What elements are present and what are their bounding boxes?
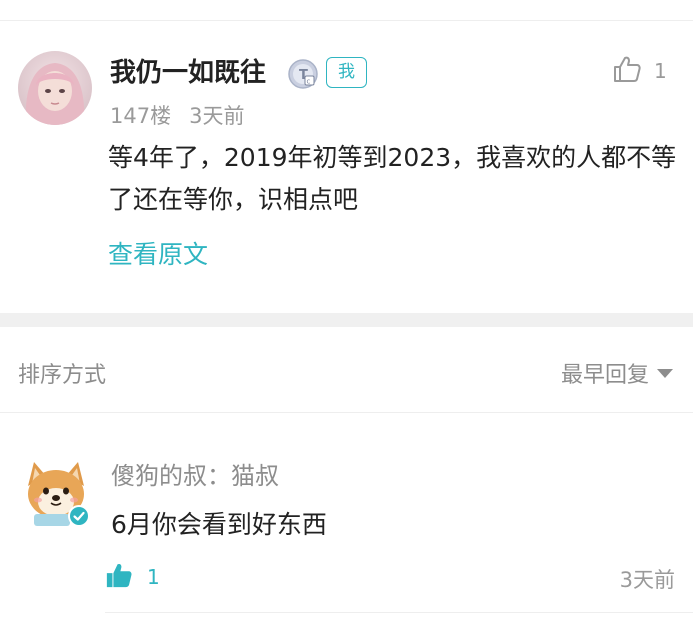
post-meta: 147楼 3天前: [110, 100, 244, 130]
floor-number: 147楼: [110, 104, 172, 128]
view-original-link[interactable]: 查看原文: [108, 235, 208, 275]
sort-dropdown[interactable]: 最早回复: [561, 357, 673, 389]
sort-bar: 排序方式 最早回复: [0, 327, 693, 413]
verified-check-icon: [68, 505, 90, 531]
reply-like-count: 1: [147, 565, 160, 589]
sort-title: 排序方式: [18, 363, 107, 388]
level-badge-icon: T c: [287, 58, 319, 90]
sort-selected-label: 最早回复: [560, 363, 649, 388]
reply-item: 傻狗的叔：猫叔 6月你会看到好东西 1 3天前: [0, 413, 693, 632]
floor-post: 我仍一如既往 T c 我 1 147楼 3天前 等4年了，2019年初等到2023…: [0, 21, 693, 313]
reply-avatar[interactable]: [20, 456, 92, 528]
reply-text: 6月你会看到好东西: [111, 510, 327, 539]
caret-down-icon: [657, 368, 673, 378]
username[interactable]: 我仍一如既往: [110, 57, 266, 89]
post-content: 等4年了，2019年初等到2023，我喜欢的人都不等了还在等你，识相点吧: [108, 143, 677, 214]
thumbs-up-outline-icon: [612, 54, 642, 88]
me-badge: 我: [326, 57, 367, 88]
like-button[interactable]: 1: [612, 51, 672, 91]
reply-time: 3天前: [619, 568, 675, 592]
post-time: 3天前: [189, 104, 245, 128]
thumbs-up-filled-icon: [105, 561, 133, 593]
svg-text:c: c: [307, 78, 311, 86]
reply-author[interactable]: 傻狗的叔：猫叔: [111, 456, 279, 491]
section-separator: [0, 313, 693, 327]
like-count: 1: [654, 59, 667, 83]
reply-like-button[interactable]: 1: [105, 560, 160, 594]
avatar[interactable]: [18, 51, 92, 125]
reply-divider: [105, 612, 693, 613]
